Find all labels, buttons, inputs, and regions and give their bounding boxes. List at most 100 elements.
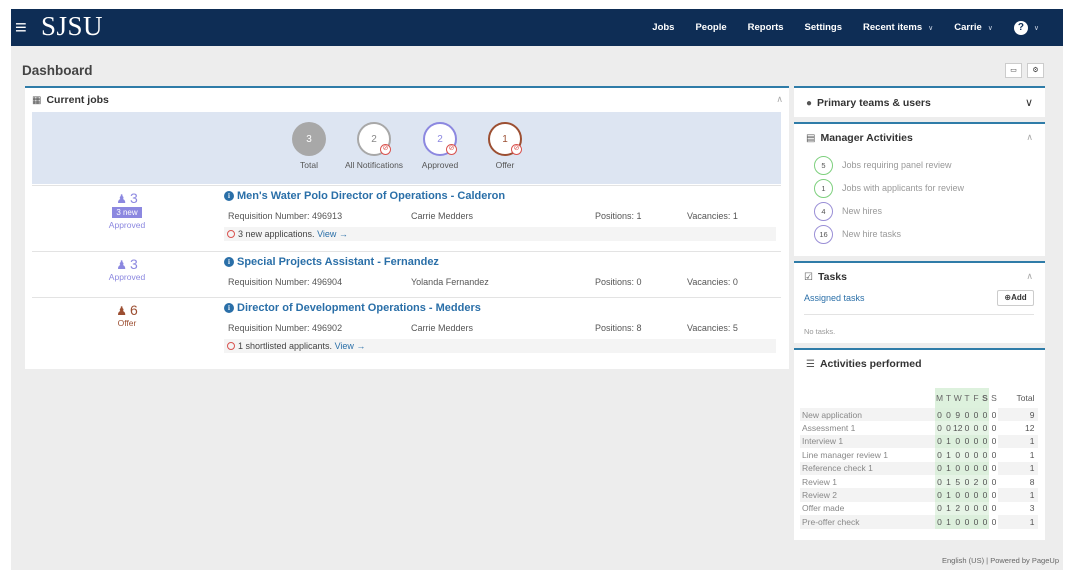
day-value: 0: [962, 515, 972, 529]
day-value: 0: [962, 474, 972, 489]
collapse-chevron-up-icon[interactable]: ∧: [1026, 132, 1033, 143]
job-summary-bar: 3 Total 2 ⊘ All Notifications 2 ⊘ Approved…: [32, 112, 781, 184]
nav-label: Jobs: [652, 22, 675, 33]
expand-chevron-down-icon[interactable]: ∨: [1025, 96, 1033, 109]
job-notification: 3 new applications. View →: [224, 227, 776, 241]
nav-settings[interactable]: Settings: [805, 22, 842, 33]
day-value: 0: [962, 421, 972, 435]
person-icon: ♟: [116, 258, 127, 272]
activity-new-hire-tasks[interactable]: 16 New hire tasks: [814, 224, 901, 244]
activity-count-circle: 16: [814, 224, 833, 244]
hiring-manager: Yolanda Fernandez: [411, 277, 489, 287]
applicant-count-value: 6: [129, 302, 138, 318]
activity-row-label: Line manager review 1: [802, 449, 888, 460]
day-value: 0: [935, 434, 944, 449]
sjsu-logo[interactable]: SJSU: [41, 11, 103, 42]
row-total: 1: [1029, 449, 1035, 460]
nav-label: Recent items: [863, 22, 923, 33]
job-applicant-summary[interactable]: ♟ 3 3 new Approved: [82, 190, 172, 230]
row-total: 12: [1025, 423, 1035, 434]
help-icon: ?: [1013, 20, 1028, 35]
collapse-chevron-up-icon[interactable]: ∧: [1026, 271, 1033, 282]
job-title-link[interactable]: i Director of Development Operations - Me…: [224, 302, 481, 314]
activity-panel-review[interactable]: 5 Jobs requiring panel review: [814, 155, 952, 175]
day-value: 12: [953, 421, 963, 435]
job-applicant-summary[interactable]: ♟ 6 Offer: [82, 302, 172, 328]
nav-help[interactable]: ? ∨: [1013, 20, 1039, 35]
checkbox-icon: ☑: [804, 272, 813, 283]
settings-button[interactable]: ⚙: [1027, 63, 1044, 78]
nav-people[interactable]: People: [695, 22, 726, 33]
day-value: 1: [944, 474, 953, 489]
day-value: 0: [935, 461, 944, 475]
day-value: 0: [980, 474, 990, 489]
row-total: 9: [998, 408, 1039, 422]
assigned-tasks-link[interactable]: Assigned tasks: [804, 293, 865, 303]
day-value: 2: [953, 501, 963, 516]
tasks-panel: ☑ Tasks ∧ Assigned tasks ⊕Add No tasks.: [794, 261, 1045, 343]
requisition-number: Requisition Number: 496902: [228, 323, 343, 333]
day-value: 0: [953, 448, 963, 462]
info-icon: i: [224, 191, 234, 201]
activity-new-hires[interactable]: 4 New hires: [814, 201, 882, 221]
applicant-count-value: 3: [129, 256, 138, 272]
job-applicant-summary[interactable]: ♟ 3 Approved: [82, 256, 172, 282]
header-spacer: [800, 388, 935, 408]
day-header: S: [980, 388, 990, 408]
activity-row-label: Reference check 1: [800, 461, 935, 475]
activity-count-circle: 5: [814, 155, 833, 175]
job-status: Offer: [117, 318, 137, 328]
view-link[interactable]: View →: [335, 341, 366, 351]
nav-recent-items[interactable]: Recent items ∨: [863, 22, 933, 33]
hiring-manager: Carrie Medders: [411, 323, 474, 333]
page-title: Dashboard: [22, 63, 93, 78]
panel-title: ☰ Activities performed: [806, 358, 922, 370]
nav-reports[interactable]: Reports: [748, 22, 784, 33]
summary-offer[interactable]: 1 ⊘ Offer: [465, 122, 545, 170]
nav-label: Carrie: [954, 22, 982, 33]
chevron-down-icon: ∨: [1033, 24, 1039, 32]
activity-count-circle: 1: [814, 178, 833, 198]
menu-icon[interactable]: ≡: [15, 18, 27, 38]
collapse-chevron-up-icon[interactable]: ∧: [776, 94, 783, 105]
job-title-text: Men's Water Polo Director of Operations …: [237, 190, 506, 202]
no-entry-icon: ⊘: [380, 144, 391, 155]
activity-label: New hires: [842, 206, 883, 216]
summary-label: Offer: [495, 160, 515, 170]
layout-button[interactable]: ▭: [1005, 63, 1022, 78]
activity-row-label: Pre-offer check: [800, 515, 935, 529]
row-total: 1: [998, 488, 1039, 502]
job-title-link[interactable]: i Men's Water Polo Director of Operations…: [224, 190, 505, 202]
activity-count-circle: 4: [814, 201, 833, 221]
nav-user-carrie[interactable]: Carrie ∨: [954, 22, 993, 33]
activity-row-label: Review 1: [802, 476, 837, 487]
nav-jobs[interactable]: Jobs: [652, 22, 674, 33]
day-value: 0: [935, 501, 944, 516]
day-value: 0: [971, 461, 981, 475]
panel-title-text: Manager Activities: [820, 132, 913, 144]
day-value: 0: [962, 408, 972, 422]
requisition-number: Requisition Number: 496904: [228, 277, 343, 287]
panel-title: ☑ Tasks: [804, 271, 847, 283]
day-value: 0: [953, 488, 963, 502]
view-link[interactable]: View →: [317, 229, 348, 239]
add-task-button[interactable]: ⊕Add: [997, 290, 1034, 306]
row-total: 3: [1029, 503, 1035, 514]
summary-value: 1: [502, 133, 508, 145]
day-value: 1: [944, 461, 953, 475]
day-value: 0: [991, 436, 997, 447]
add-label: Add: [1011, 293, 1027, 302]
day-value: 1: [944, 501, 953, 516]
activity-row-label: Offer made: [802, 503, 845, 514]
job-title-link[interactable]: i Special Projects Assistant - Fernandez: [224, 256, 439, 268]
activity-label: Jobs requiring panel review: [842, 160, 952, 170]
primary-teams-panel: ● Primary teams & users ∨: [794, 86, 1045, 117]
alert-ring-icon: [227, 230, 235, 238]
applicant-count: ♟ 3: [82, 190, 172, 206]
no-entry-icon: ⊘: [446, 144, 457, 155]
vacancies: Vacancies: 5: [687, 323, 738, 333]
activity-applicants-review[interactable]: 1 Jobs with applicants for review: [814, 178, 964, 198]
manager-activities-panel: ▤ Manager Activities ∧ 5 Jobs requiring pa…: [794, 122, 1045, 256]
day-value: 0: [962, 434, 972, 449]
app-window: ≡ SJSU Jobs People Reports Settings Rece…: [11, 9, 1063, 570]
